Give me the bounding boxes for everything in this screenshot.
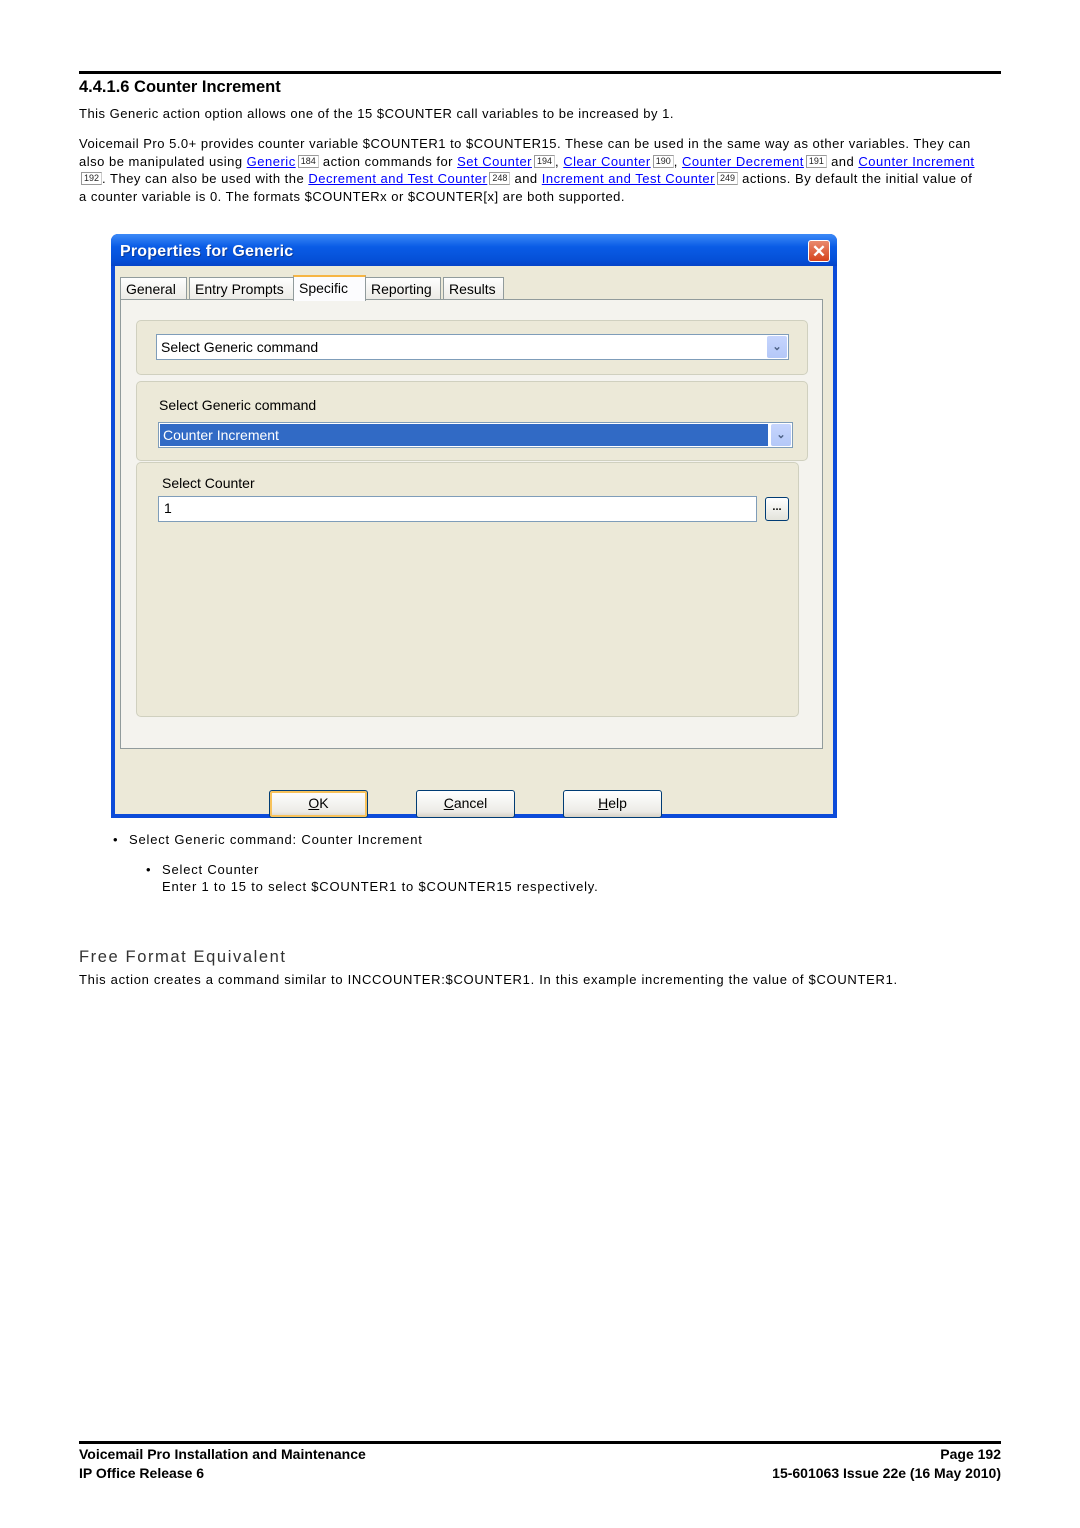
- section-heading: 4.4.1.6 Counter Increment: [79, 78, 281, 96]
- select-counter-label: Select Counter: [162, 475, 255, 491]
- bullet-icon: •: [146, 862, 152, 877]
- top-rule: [79, 71, 1001, 74]
- dialog-title: Properties for Generic: [120, 243, 294, 260]
- chevron-down-icon[interactable]: ⌄: [767, 336, 787, 358]
- close-icon: ✕: [811, 242, 827, 261]
- tab-entry-prompts[interactable]: Entry Prompts: [189, 277, 294, 299]
- dialog-client-area: General Entry Prompts Specific Reporting…: [115, 266, 833, 818]
- page-ref-set-counter[interactable]: 194: [534, 154, 556, 168]
- dialog-titlebar[interactable]: Properties for Generic ✕: [111, 234, 837, 266]
- generic-command-dropdown[interactable]: Counter Increment ⌄: [158, 422, 793, 448]
- page-ref-generic[interactable]: 184: [297, 154, 319, 168]
- link-generic[interactable]: Generic: [247, 154, 296, 169]
- browse-counter-button[interactable]: ...: [765, 497, 789, 521]
- footer-page-number: Page 192: [940, 1446, 1001, 1462]
- page-ref-counter-decrement[interactable]: 191: [805, 154, 827, 168]
- generic-command-type-dropdown[interactable]: Select Generic command ⌄: [156, 334, 789, 360]
- link-decrement-and-test-counter[interactable]: Decrement and Test Counter: [308, 171, 487, 186]
- generic-command-label: Select Generic command: [159, 397, 317, 413]
- bullet-select-counter: • Select Counter: [146, 862, 260, 877]
- link-counter-decrement[interactable]: Counter Decrement: [682, 154, 804, 169]
- bullet-select-generic-command: • Select Generic command: Counter Increm…: [113, 832, 423, 847]
- tab-specific[interactable]: Specific: [293, 275, 366, 301]
- link-counter-increment[interactable]: Counter Increment: [858, 154, 974, 169]
- dropdown-selected-value: Counter Increment: [160, 424, 768, 446]
- link-increment-and-test-counter[interactable]: Increment and Test Counter: [542, 171, 715, 186]
- properties-dialog: Properties for Generic ✕ General Entry P…: [111, 234, 837, 818]
- free-format-heading: Free Format Equivalent: [79, 948, 287, 966]
- footer-release: IP Office Release 6: [79, 1465, 205, 1481]
- counter-input[interactable]: 1: [158, 496, 757, 522]
- page-ref-increment-and-test[interactable]: 249: [716, 172, 738, 186]
- footer-doc-title: Voicemail Pro Installation and Maintenan…: [79, 1446, 366, 1462]
- description-paragraph: Voicemail Pro 5.0+ provides counter vari…: [79, 136, 975, 204]
- free-format-text: This action creates a command similar to…: [79, 972, 898, 987]
- counter-group: Select Counter 1 ...: [136, 462, 799, 717]
- tab-panel-specific: Select Generic command ⌄ Select Generic …: [120, 299, 823, 749]
- select-counter-detail: Enter 1 to 15 to select $COUNTER1 to $CO…: [162, 879, 599, 894]
- dropdown-value: Select Generic command: [161, 339, 319, 355]
- chevron-down-icon[interactable]: ⌄: [771, 424, 791, 446]
- ok-button[interactable]: OK: [269, 790, 368, 818]
- footer-issue: 15-601063 Issue 22e (16 May 2010): [772, 1465, 1001, 1481]
- cancel-button[interactable]: Cancel: [416, 790, 515, 818]
- page-ref-clear-counter[interactable]: 190: [652, 154, 674, 168]
- tab-results[interactable]: Results: [443, 277, 504, 299]
- command-group: Select Generic command ⌄: [136, 320, 808, 375]
- intro-paragraph: This Generic action option allows one of…: [79, 106, 674, 121]
- close-button[interactable]: ✕: [808, 240, 830, 262]
- page-ref-counter-increment[interactable]: 192: [81, 172, 103, 186]
- link-set-counter[interactable]: Set Counter: [457, 154, 532, 169]
- generic-command-group: Select Generic command Counter Increment…: [136, 381, 808, 461]
- bottom-rule: [79, 1441, 1001, 1444]
- page-ref-decrement-and-test[interactable]: 248: [489, 172, 511, 186]
- bullet-icon: •: [113, 832, 119, 847]
- link-clear-counter[interactable]: Clear Counter: [563, 154, 650, 169]
- tab-reporting[interactable]: Reporting: [365, 277, 441, 299]
- tab-general[interactable]: General: [120, 277, 187, 299]
- help-button[interactable]: Help: [563, 790, 662, 818]
